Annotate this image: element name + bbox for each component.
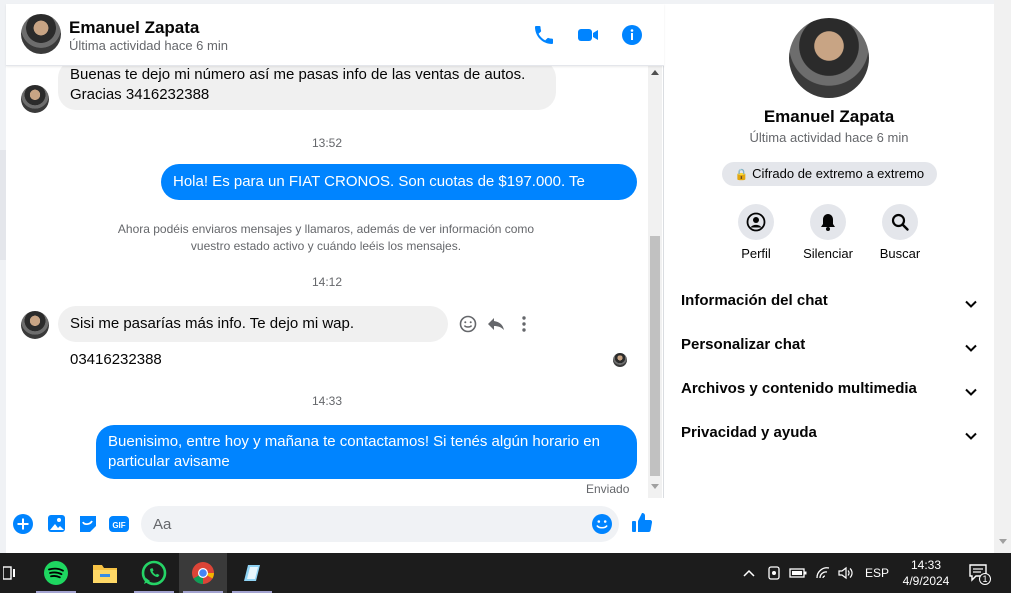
- timestamp: 14:12: [311, 275, 343, 289]
- search-action[interactable]: Buscar: [865, 204, 935, 261]
- video-call-icon[interactable]: [576, 23, 600, 47]
- emoji-react-icon[interactable]: [458, 314, 478, 334]
- windows-taskbar: ESP 14:33 4/9/2024 1: [0, 553, 1011, 593]
- chat-scrollbar[interactable]: [648, 66, 662, 498]
- like-icon[interactable]: [630, 511, 654, 535]
- chevron-down-icon: [965, 432, 977, 440]
- profile-avatar[interactable]: [789, 18, 869, 98]
- system-clock[interactable]: 14:33 4/9/2024: [893, 557, 959, 589]
- wifi-icon[interactable]: [815, 553, 831, 593]
- page-scrollbar[interactable]: [994, 0, 1011, 553]
- composer: GIF: [6, 498, 664, 553]
- scroll-down-icon[interactable]: [651, 484, 659, 489]
- contact-status: Última actividad hace 6 min: [69, 38, 228, 53]
- section-privacy-help[interactable]: Privacidad y ayuda: [681, 424, 979, 448]
- scroll-down-icon[interactable]: [999, 539, 1007, 544]
- message-bubble-outgoing[interactable]: Hola! Es para un FIAT CRONOS. Son cuotas…: [161, 164, 637, 226]
- contact-name[interactable]: Emanuel Zapata: [69, 18, 199, 38]
- volume-icon[interactable]: [837, 553, 855, 593]
- section-chat-info[interactable]: Información del chat: [681, 292, 979, 316]
- contact-avatar[interactable]: [21, 14, 61, 54]
- chevron-down-icon: [965, 344, 977, 352]
- photo-icon[interactable]: [45, 513, 67, 535]
- notifications-icon[interactable]: 1: [968, 553, 991, 593]
- phone-icon[interactable]: [532, 23, 556, 47]
- read-receipt-avatar: [613, 353, 627, 367]
- chat-info-panel: Emanuel Zapata Última actividad hace 6 m…: [664, 4, 994, 553]
- message-list: Buenas te dejo mi número así me pasas in…: [6, 66, 648, 498]
- profile-icon: [746, 212, 766, 232]
- plus-icon[interactable]: [12, 513, 34, 535]
- profile-name: Emanuel Zapata: [763, 107, 895, 126]
- meet-icon[interactable]: [766, 553, 782, 593]
- info-icon[interactable]: [620, 23, 644, 47]
- language-indicator[interactable]: ESP: [865, 553, 889, 593]
- encryption-badge[interactable]: 🔒 Cifrado de extremo a extremo: [722, 162, 937, 186]
- bell-icon: [821, 214, 835, 231]
- more-options-icon[interactable]: [514, 314, 534, 334]
- message-bubble-incoming[interactable]: Sisi me pasarías más info. Te dejo mi wa…: [58, 306, 448, 368]
- whatsapp-icon[interactable]: [130, 553, 178, 593]
- message-avatar[interactable]: [21, 85, 49, 113]
- notepad-icon[interactable]: [228, 553, 276, 593]
- timestamp: 14:33: [311, 394, 343, 408]
- messenger-app: Emanuel Zapata Última actividad hace 6 m…: [0, 0, 1011, 553]
- lock-icon: 🔒: [734, 169, 749, 181]
- scroll-up-icon[interactable]: [651, 70, 659, 75]
- message-bubble-incoming[interactable]: Buenas te dejo mi número así me pasas in…: [58, 66, 556, 110]
- search-icon: [891, 213, 909, 231]
- emoji-icon[interactable]: [591, 513, 613, 535]
- chat-pane: Emanuel Zapata Última actividad hace 6 m…: [6, 4, 664, 553]
- chevron-down-icon: [965, 388, 977, 396]
- chrome-icon[interactable]: [179, 553, 227, 593]
- mute-action[interactable]: Silenciar: [793, 204, 863, 261]
- chat-header: Emanuel Zapata Última actividad hace 6 m…: [6, 4, 664, 66]
- timestamp: 13:52: [311, 136, 343, 150]
- chevron-down-icon: [965, 300, 977, 308]
- reply-icon[interactable]: [486, 314, 506, 334]
- message-avatar[interactable]: [21, 311, 49, 339]
- battery-icon[interactable]: [789, 553, 807, 593]
- section-customize-chat[interactable]: Personalizar chat: [681, 336, 979, 360]
- task-view-icon[interactable]: [0, 553, 20, 593]
- profile-action[interactable]: Perfil: [721, 204, 791, 261]
- sent-status: Enviado: [586, 482, 630, 496]
- sticker-icon[interactable]: [77, 513, 99, 535]
- gif-icon[interactable]: GIF: [108, 513, 130, 535]
- scroll-thumb[interactable]: [650, 236, 660, 476]
- file-explorer-icon[interactable]: [81, 553, 129, 593]
- tray-expand-icon[interactable]: [742, 553, 756, 593]
- spotify-icon[interactable]: [32, 553, 80, 593]
- profile-status: Última actividad hace 6 min: [749, 130, 909, 145]
- message-input[interactable]: [141, 506, 619, 542]
- section-media-files[interactable]: Archivos y contenido multimedia: [681, 380, 979, 404]
- chat-notice: Ahora podéis enviaros mensajes y llamaro…: [117, 222, 535, 253]
- message-bubble-outgoing[interactable]: Buenisimo, entre hoy y mañana te contact…: [96, 425, 637, 479]
- notification-count: 1: [979, 573, 991, 585]
- svg-text:GIF: GIF: [112, 521, 125, 530]
